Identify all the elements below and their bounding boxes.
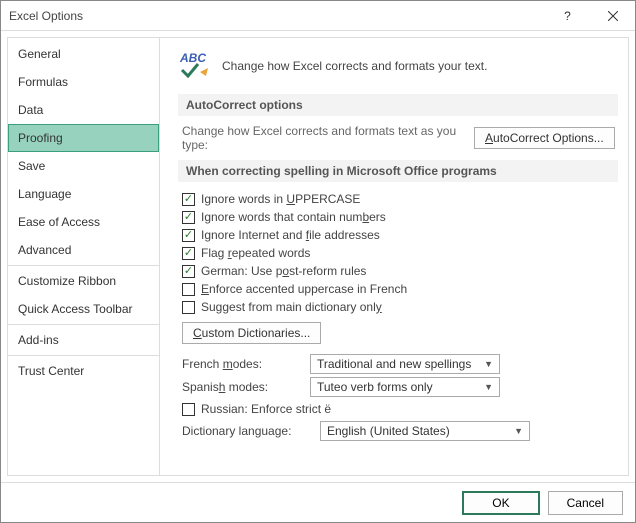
spelling-checks: Ignore words in UPPERCASE Ignore words t… <box>182 190 618 316</box>
checkbox-icon <box>182 403 195 416</box>
check-label: Ignore words in UPPERCASE <box>201 192 360 206</box>
sidebar-item-quick-access-toolbar[interactable]: Quick Access Toolbar <box>8 295 159 323</box>
checkbox-icon <box>182 247 195 260</box>
dictionary-language-select[interactable]: English (United States)▼ <box>320 421 530 441</box>
spanish-modes-select[interactable]: Tuteo verb forms only▼ <box>310 377 500 397</box>
check-french-accented[interactable]: Enforce accented uppercase in French <box>182 280 618 298</box>
close-button[interactable] <box>590 1 635 30</box>
sidebar-item-add-ins[interactable]: Add-ins <box>8 326 159 354</box>
sidebar-item-trust-center[interactable]: Trust Center <box>8 357 159 385</box>
check-label: Russian: Enforce strict ё <box>201 402 331 416</box>
checkbox-icon <box>182 193 195 206</box>
sidebar-item-data[interactable]: Data <box>8 96 159 124</box>
custom-dictionaries-button[interactable]: Custom Dictionaries... <box>182 322 321 344</box>
sidebar-item-proofing[interactable]: Proofing <box>8 124 159 152</box>
panel-header-text: Change how Excel corrects and formats yo… <box>222 59 487 73</box>
sidebar-separator <box>8 265 159 266</box>
spanish-modes-label: Spanish modes: <box>182 380 302 394</box>
dictionary-language-row: Dictionary language: English (United Sta… <box>182 421 618 441</box>
check-german-reform[interactable]: German: Use post-reform rules <box>182 262 618 280</box>
proofing-icon: ABC <box>178 50 210 82</box>
check-label: Ignore words that contain numbers <box>201 210 386 224</box>
checkbox-icon <box>182 229 195 242</box>
dictionary-language-label: Dictionary language: <box>182 424 312 438</box>
sidebar-item-general[interactable]: General <box>8 40 159 68</box>
sidebar-item-language[interactable]: Language <box>8 180 159 208</box>
sidebar-separator <box>8 324 159 325</box>
check-ignore-numbers[interactable]: Ignore words that contain numbers <box>182 208 618 226</box>
sidebar-item-advanced[interactable]: Advanced <box>8 236 159 264</box>
panel-header: ABC Change how Excel corrects and format… <box>178 50 618 82</box>
checkbox-icon <box>182 211 195 224</box>
category-sidebar: General Formulas Data Proofing Save Lang… <box>7 37 160 476</box>
ok-button[interactable]: OK <box>462 491 539 515</box>
french-modes-label: French modes: <box>182 357 302 371</box>
sidebar-item-save[interactable]: Save <box>8 152 159 180</box>
cancel-button[interactable]: Cancel <box>548 491 623 515</box>
close-icon <box>608 11 618 21</box>
autocorrect-row: Change how Excel corrects and formats te… <box>182 124 618 152</box>
autocorrect-options-button[interactable]: AutoCorrect Options... <box>474 127 615 149</box>
svg-text:ABC: ABC <box>179 51 206 65</box>
sidebar-item-ease-of-access[interactable]: Ease of Access <box>8 208 159 236</box>
spanish-modes-row: Spanish modes: Tuteo verb forms only▼ <box>182 377 618 397</box>
dialog-body: General Formulas Data Proofing Save Lang… <box>1 31 635 482</box>
section-spelling: When correcting spelling in Microsoft Of… <box>178 160 618 182</box>
check-ignore-uppercase[interactable]: Ignore words in UPPERCASE <box>182 190 618 208</box>
check-main-dictionary-only[interactable]: Suggest from main dictionary only <box>182 298 618 316</box>
excel-options-window: Excel Options ? General Formulas Data Pr… <box>0 0 636 523</box>
check-flag-repeated[interactable]: Flag repeated words <box>182 244 618 262</box>
sidebar-separator <box>8 355 159 356</box>
check-label: Enforce accented uppercase in French <box>201 282 407 296</box>
check-label: German: Use post-reform rules <box>201 264 366 278</box>
french-modes-select[interactable]: Traditional and new spellings▼ <box>310 354 500 374</box>
check-label: Flag repeated words <box>201 246 310 260</box>
checkbox-icon <box>182 265 195 278</box>
sidebar-item-customize-ribbon[interactable]: Customize Ribbon <box>8 267 159 295</box>
checkbox-icon <box>182 283 195 296</box>
chevron-down-icon: ▼ <box>484 359 493 369</box>
section-autocorrect: AutoCorrect options <box>178 94 618 116</box>
checkbox-icon <box>182 301 195 314</box>
check-label: Suggest from main dictionary only <box>201 300 382 314</box>
french-modes-row: French modes: Traditional and new spelli… <box>182 354 618 374</box>
autocorrect-desc: Change how Excel corrects and formats te… <box>182 124 462 152</box>
check-label: Ignore Internet and file addresses <box>201 228 380 242</box>
titlebar: Excel Options ? <box>1 1 635 31</box>
chevron-down-icon: ▼ <box>514 426 523 436</box>
check-russian-strict[interactable]: Russian: Enforce strict ё <box>182 400 618 418</box>
dialog-footer: OK Cancel <box>1 482 635 522</box>
window-title: Excel Options <box>9 9 545 23</box>
sidebar-item-formulas[interactable]: Formulas <box>8 68 159 96</box>
check-ignore-internet[interactable]: Ignore Internet and file addresses <box>182 226 618 244</box>
help-button[interactable]: ? <box>545 1 590 30</box>
main-panel: ABC Change how Excel corrects and format… <box>160 37 629 476</box>
chevron-down-icon: ▼ <box>484 382 493 392</box>
